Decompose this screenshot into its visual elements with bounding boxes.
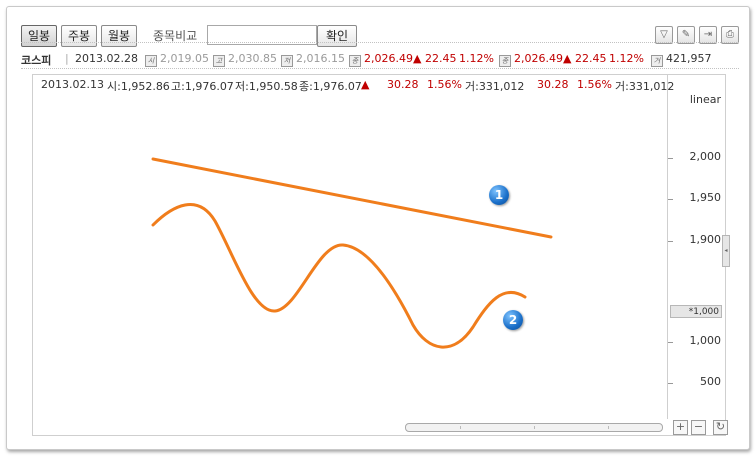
divider — [21, 68, 739, 69]
low-value: 저 2,016.15 — [281, 52, 345, 67]
close-icon: 종 — [349, 55, 361, 67]
divider — [21, 42, 739, 43]
plot-area[interactable]: 2013.02.13 시:1,952.86 고:1,976.07 저:1,950… — [33, 75, 674, 419]
horizontal-scrollbar[interactable] — [405, 423, 663, 432]
volume-value: 거 421,957 — [651, 52, 712, 67]
y-axis: linear 2,000 1,950 1,900 *1,000 1,000 50… — [668, 75, 730, 419]
tick-1900: 1,900 — [689, 233, 722, 246]
close-value-2: 종 2,026.49 — [499, 52, 563, 67]
tick-500: 500 — [700, 375, 721, 388]
change-percent: 1.12% — [459, 52, 494, 65]
quote-date: 2013.02.28 — [75, 52, 138, 65]
tick-1950: 1,950 — [689, 191, 722, 204]
refresh-button[interactable]: ↻ — [713, 420, 728, 435]
quote-info-row: 코스피 | 2013.02.28 시 2,019.05 고 2,030.85 저 2,… — [21, 52, 739, 68]
confirm-button[interactable]: 확인 — [317, 25, 357, 47]
change-value: ▲ 22.45 — [413, 52, 457, 65]
close-value: 종 2,026.49 — [349, 52, 413, 67]
info-separator: | — [65, 52, 69, 65]
tick-mark — [668, 383, 673, 384]
side-collapse-tab[interactable]: ◂ — [722, 235, 730, 267]
chart-window: 일봉 주봉 월봉 종목비교 확인 ▽ ✎ ⇥ ⎙ 코스피 | 2013.02.2… — [6, 6, 750, 450]
bottom-bar: + − ↻ — [33, 420, 728, 435]
scale-mode-label[interactable]: linear — [690, 93, 721, 106]
tick-1000: 1,000 — [689, 334, 722, 347]
change-value-2: ▲ 22.45 — [563, 52, 607, 65]
tick-mark — [668, 199, 673, 200]
tick-mark — [668, 241, 673, 242]
tick-mark — [668, 158, 673, 159]
volume-icon: 거 — [651, 55, 663, 67]
open-icon: 시 — [145, 55, 157, 67]
zoom-in-button[interactable]: + — [673, 420, 688, 435]
tab-monthly[interactable]: 월봉 — [101, 25, 137, 47]
change-percent-2: 1.12% — [609, 52, 644, 65]
chart-area[interactable]: 2013.02.13 시:1,952.86 고:1,976.07 저:1,950… — [32, 74, 730, 436]
close-icon-2: 종 — [499, 55, 511, 67]
open-value: 시 2,019.05 — [145, 52, 209, 67]
low-icon: 저 — [281, 55, 293, 67]
wave-line — [151, 203, 527, 349]
zoom-out-button[interactable]: − — [691, 420, 706, 435]
annotation-marker-1[interactable]: 1 — [489, 185, 509, 205]
high-value: 고 2,030.85 — [213, 52, 277, 67]
scroll-grip — [460, 426, 461, 429]
index-name: 코스피 — [21, 54, 52, 67]
scroll-grip — [534, 426, 535, 429]
high-icon: 고 — [213, 55, 225, 67]
tick-2000: 2,000 — [689, 150, 722, 163]
tab-weekly[interactable]: 주봉 — [61, 25, 97, 47]
tab-daily[interactable]: 일봉 — [21, 25, 57, 47]
tick-mark — [668, 342, 673, 343]
toolbar: 일봉 주봉 월봉 종목비교 확인 ▽ ✎ ⇥ ⎙ — [21, 25, 739, 47]
current-value-badge: *1,000 — [670, 305, 722, 318]
drawing-layer — [151, 157, 553, 349]
annotation-marker-2[interactable]: 2 — [503, 310, 523, 330]
scroll-grip — [608, 426, 609, 429]
